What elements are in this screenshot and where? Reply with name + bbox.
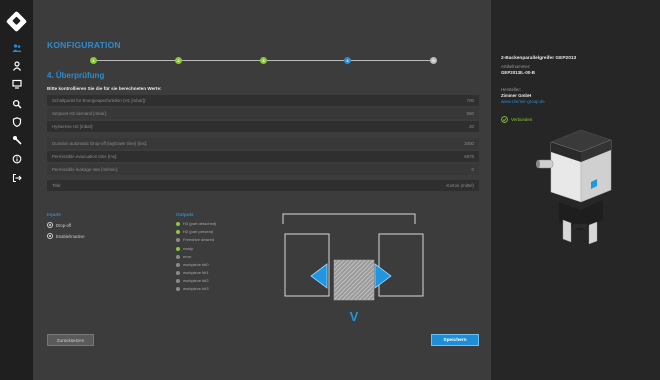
param-row: Schaltpunkt für Energieaperfunktion (H1 … bbox=[47, 95, 479, 106]
manufacturer-name: Zimmer GmbH bbox=[501, 93, 532, 98]
article-number: GEP2013IL-00-B bbox=[501, 70, 535, 75]
app-window: KONFIGURATION 1 2 3 4 5 4. Überprüfung B… bbox=[0, 0, 660, 380]
param-label: Permissible evacuation time [ms]: bbox=[52, 154, 118, 159]
wrench-icon[interactable] bbox=[0, 132, 33, 148]
param-row: Title: Karton (mittel) bbox=[47, 180, 479, 191]
reset-button[interactable]: Zurücksetzen bbox=[47, 334, 94, 346]
shield-icon[interactable] bbox=[0, 114, 33, 130]
step-5[interactable]: 5 bbox=[430, 57, 437, 64]
output-item: Freedrive desired bbox=[176, 237, 214, 242]
input-label: Enable/Inactive bbox=[56, 233, 85, 239]
param-row: Permissible leakage rate [ml/min]: 0 bbox=[47, 164, 479, 175]
sidebar bbox=[0, 0, 33, 380]
instruction-text: Bitte kontrollieren Sie die für sie bere… bbox=[47, 86, 162, 91]
status-led-icon bbox=[176, 229, 180, 234]
arrow-left-icon bbox=[310, 263, 328, 289]
output-item: workpiece bit0 bbox=[176, 262, 209, 267]
input-label: Drop-off bbox=[56, 222, 72, 228]
device-panel: 2-Backenparallelgreifer GEP2013 Artikeln… bbox=[491, 0, 660, 380]
param-label: Permissible leakage rate [ml/min]: bbox=[52, 167, 118, 172]
users-icon[interactable] bbox=[0, 40, 33, 56]
param-value: 6978 bbox=[464, 154, 474, 159]
status-led-icon bbox=[176, 262, 180, 267]
param-label: Title: bbox=[52, 183, 62, 188]
monitor-icon[interactable] bbox=[0, 76, 33, 92]
output-item: ready bbox=[176, 246, 193, 251]
status-led-icon bbox=[176, 270, 180, 275]
output-item: workpiece bit2 bbox=[176, 278, 209, 283]
gripper-diagram: V bbox=[282, 213, 424, 324]
logout-icon[interactable] bbox=[0, 170, 33, 186]
input-drop-off[interactable]: Drop-off bbox=[47, 222, 71, 228]
section-title: 4. Überprüfung bbox=[47, 71, 105, 80]
output-item: workpiece bit1 bbox=[176, 270, 209, 275]
param-row: Hysterese H2 [mbar]: 20 bbox=[47, 121, 479, 132]
search-icon[interactable] bbox=[0, 96, 33, 112]
connection-status: Verbunden bbox=[501, 116, 532, 123]
right-jaw bbox=[378, 233, 424, 297]
param-value: 20 bbox=[469, 124, 474, 129]
param-row: Permissible evacuation time [ms]: 6978 bbox=[47, 151, 479, 162]
article-label: Artikelnummer: bbox=[501, 64, 531, 69]
param-label: Setpoint H2 demand [mbar]: bbox=[52, 111, 107, 116]
param-row: Duration automatic Drop-off (layDown tim… bbox=[47, 138, 479, 149]
output-item: H2 (part present) bbox=[176, 229, 213, 234]
param-value: Karton (mittel) bbox=[446, 183, 474, 188]
radio-icon bbox=[47, 233, 53, 239]
step-4[interactable]: 4 bbox=[344, 57, 351, 64]
param-row: Setpoint H2 demand [mbar]: 550 bbox=[47, 108, 479, 119]
manufacturer-link[interactable]: www.zimmer-group.de bbox=[501, 99, 545, 104]
step-1[interactable]: 1 bbox=[90, 57, 97, 64]
param-value: 2000 bbox=[464, 141, 474, 146]
left-jaw bbox=[284, 233, 330, 297]
product-image bbox=[536, 129, 612, 245]
output-item: workpiece bit3 bbox=[176, 286, 209, 291]
status-text: Verbunden bbox=[511, 117, 533, 122]
output-item: H3 (part detached) bbox=[176, 221, 216, 226]
progress-stepper: 1 2 3 4 5 bbox=[57, 55, 447, 67]
param-label: Hysterese H2 [mbar]: bbox=[52, 124, 94, 129]
radio-icon bbox=[47, 222, 53, 228]
user-icon[interactable] bbox=[0, 58, 33, 74]
param-value: 700 bbox=[466, 98, 474, 103]
outputs-title: Outputs bbox=[176, 212, 194, 217]
status-led-icon bbox=[176, 278, 180, 283]
logo[interactable] bbox=[5, 10, 28, 33]
status-led-icon bbox=[176, 221, 180, 226]
param-label: Schaltpunkt für Energieaperfunktion (H1 … bbox=[52, 98, 147, 103]
status-led-icon bbox=[176, 286, 180, 291]
arrow-right-icon bbox=[374, 263, 392, 289]
param-value: 550 bbox=[466, 111, 474, 116]
output-item: error bbox=[176, 254, 191, 259]
direction-label: V bbox=[350, 309, 359, 324]
param-value: 0 bbox=[471, 167, 474, 172]
step-3[interactable]: 3 bbox=[260, 57, 267, 64]
device-name: 2-Backenparallelgreifer GEP2013 bbox=[501, 56, 577, 61]
manufacturer-label: Hersteller: bbox=[501, 87, 522, 92]
input-enable-inactive[interactable]: Enable/Inactive bbox=[47, 233, 85, 239]
step-2[interactable]: 2 bbox=[175, 57, 182, 64]
status-led-icon bbox=[176, 237, 180, 242]
workpiece bbox=[333, 259, 375, 301]
status-led-icon bbox=[176, 246, 180, 251]
page-title: KONFIGURATION bbox=[47, 40, 121, 50]
param-label: Duration automatic Drop-off (layDown tim… bbox=[52, 141, 148, 146]
info-icon[interactable] bbox=[0, 151, 33, 167]
inputs-title: Inputs bbox=[47, 212, 61, 217]
main-panel: KONFIGURATION 1 2 3 4 5 4. Überprüfung B… bbox=[33, 0, 491, 380]
status-led-icon bbox=[176, 254, 180, 259]
check-circle-icon bbox=[501, 116, 508, 123]
save-button[interactable]: Speichern bbox=[431, 334, 479, 346]
